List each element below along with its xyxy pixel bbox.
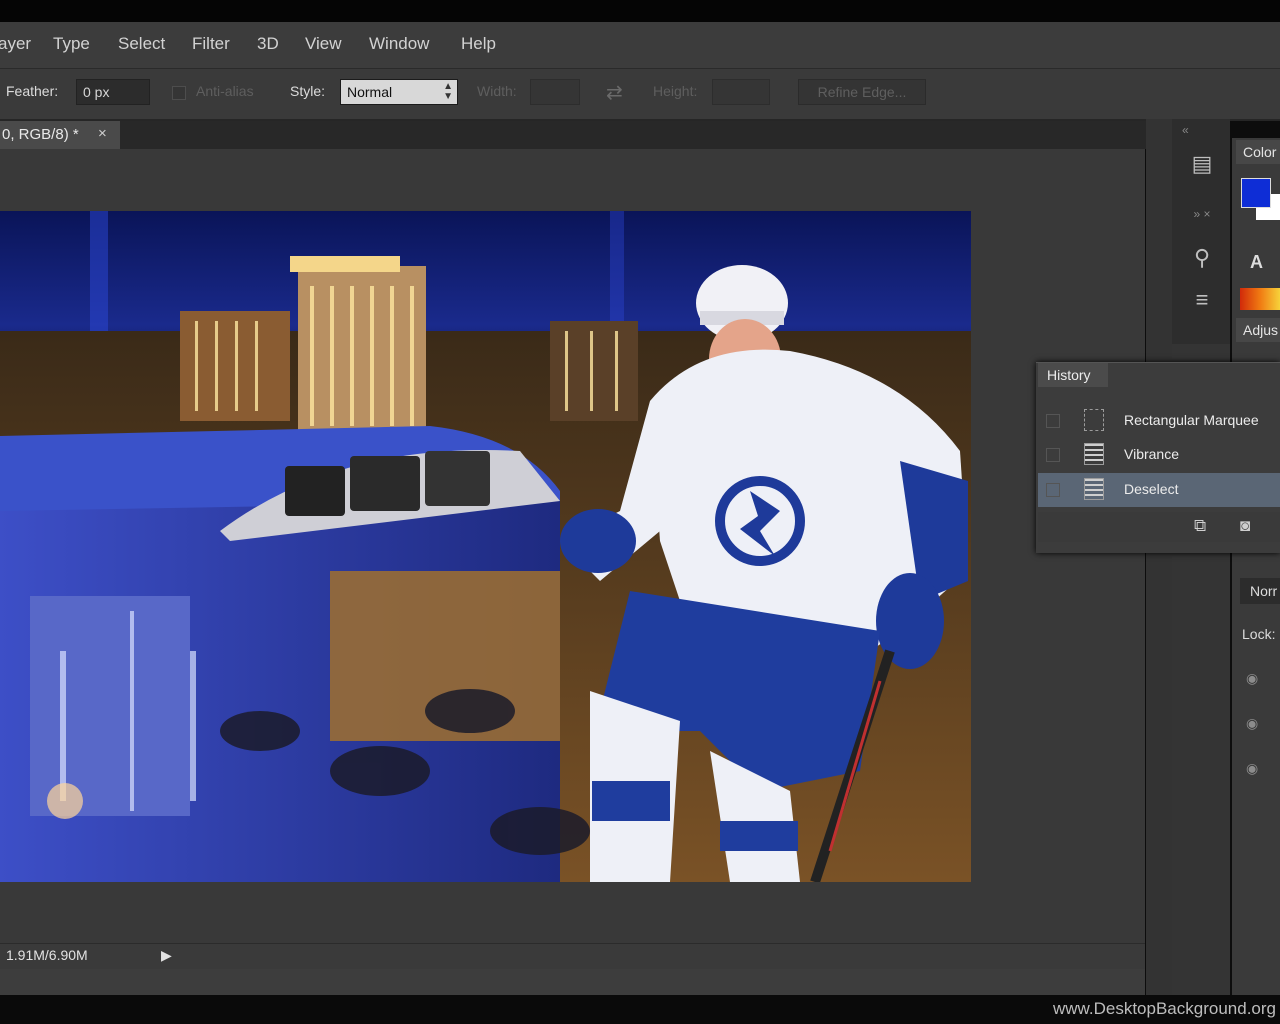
- menu-select[interactable]: Select: [118, 34, 165, 54]
- swap-icon[interactable]: ⇄: [606, 80, 630, 104]
- new-snapshot-icon[interactable]: ⧉: [1194, 516, 1206, 536]
- feather-input[interactable]: 0 px: [76, 79, 150, 105]
- lock-label: Lock:: [1242, 626, 1276, 642]
- document-icon: [1084, 443, 1104, 465]
- eye-icon[interactable]: ◉: [1246, 670, 1258, 687]
- menu-help[interactable]: Help: [461, 34, 496, 54]
- style-select-value: Normal: [347, 84, 393, 100]
- history-item[interactable]: Rectangular Marquee: [1038, 404, 1280, 438]
- history-checkbox[interactable]: [1046, 448, 1060, 462]
- arena: [0, 426, 560, 882]
- history-item-label: Rectangular Marquee: [1124, 412, 1259, 428]
- tab-history[interactable]: History: [1038, 363, 1108, 387]
- width-input[interactable]: [530, 79, 580, 105]
- eye-icon[interactable]: ◉: [1246, 760, 1258, 777]
- top-black-band: [0, 0, 1280, 22]
- expand-close-icon[interactable]: » ×: [1186, 207, 1218, 221]
- document-tab-title: 0, RGB/8) *: [2, 126, 79, 143]
- watermark: www.DesktopBackground.org: [1052, 999, 1276, 1018]
- menu-3d[interactable]: 3D: [257, 34, 279, 54]
- eye-icon[interactable]: ◉: [1246, 715, 1258, 732]
- history-checkbox[interactable]: [1046, 414, 1060, 428]
- history-item-label: Vibrance: [1124, 446, 1180, 462]
- dock-icon-column: « ▤ » × ⚲ ≡: [1172, 119, 1230, 344]
- dock-scroll-column: [1146, 119, 1172, 995]
- document-icon: [1084, 478, 1104, 500]
- tab-adjustments-label: Adjus: [1243, 322, 1279, 338]
- history-item-selected[interactable]: Deselect: [1038, 473, 1280, 507]
- feather-label: Feather:: [6, 83, 59, 99]
- arrow-right-icon[interactable]: ▶: [161, 947, 172, 964]
- history-item-label: Deselect: [1124, 481, 1179, 497]
- blend-mode-select[interactable]: Norr: [1240, 578, 1280, 604]
- tab-adjustments[interactable]: Adjus: [1236, 318, 1280, 342]
- document-canvas[interactable]: [0, 211, 971, 882]
- refine-edge-button[interactable]: Refine Edge...: [798, 79, 926, 105]
- foreground-color-swatch[interactable]: [1241, 178, 1271, 208]
- height-label: Height:: [653, 83, 698, 99]
- tab-color-label: Color: [1243, 144, 1277, 160]
- marquee-icon: [1084, 409, 1104, 431]
- close-icon[interactable]: ×: [98, 125, 107, 142]
- tab-color[interactable]: Color: [1236, 140, 1280, 164]
- style-label: Style:: [290, 83, 326, 99]
- antialias-label: Anti-alias: [196, 83, 254, 99]
- height-input[interactable]: [712, 79, 770, 105]
- warning-icon: A: [1250, 252, 1263, 272]
- options-bar: Feather: 0 px Anti-alias Style: Width: H…: [0, 69, 1280, 121]
- canvas-image: [0, 211, 971, 882]
- document-tab-row: [0, 121, 1170, 149]
- style-select[interactable]: Normal ▲ ▼: [340, 79, 458, 105]
- history-item[interactable]: Vibrance: [1038, 438, 1280, 472]
- color-ramp[interactable]: [1240, 288, 1280, 310]
- stepper-icon: ▲ ▼: [443, 81, 453, 102]
- width-label: Width:: [477, 83, 517, 99]
- menu-filter[interactable]: Filter: [192, 34, 230, 54]
- menu-window[interactable]: Window: [369, 34, 429, 54]
- document-size-readout: 1.91M/6.90M: [6, 947, 88, 963]
- antialias-checkbox[interactable]: [172, 86, 186, 100]
- tab-history-label: History: [1047, 367, 1091, 383]
- collapse-icon[interactable]: «: [1182, 123, 1189, 137]
- blend-mode-value: Norr: [1250, 583, 1278, 599]
- menu-type[interactable]: Type: [53, 34, 90, 54]
- info-panel-icon[interactable]: ▤: [1186, 151, 1218, 177]
- menu-layer[interactable]: ayer: [0, 34, 31, 54]
- document-tab[interactable]: 0, RGB/8) * ×: [0, 121, 120, 149]
- bottom-strip: [0, 969, 1145, 995]
- menu-bar: ayer Type Select Filter 3D View Window H…: [0, 22, 1280, 69]
- menu-view[interactable]: View: [305, 34, 342, 54]
- brush-panel-icon[interactable]: ⚲: [1186, 245, 1218, 271]
- history-footer: ⧉ ◙: [1038, 512, 1280, 542]
- camera-icon[interactable]: ◙: [1240, 516, 1250, 536]
- history-checkbox[interactable]: [1046, 483, 1060, 497]
- adjust-panel-icon[interactable]: ≡: [1186, 287, 1218, 313]
